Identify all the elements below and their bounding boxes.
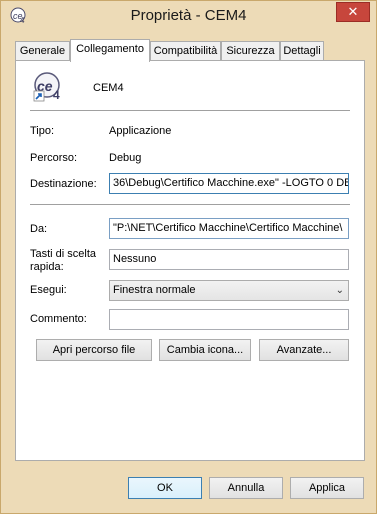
esegui-value: Finestra normale: [113, 284, 196, 296]
tipo-value: Applicazione: [109, 125, 172, 137]
esegui-label: Esegui:: [30, 284, 67, 296]
destinazione-label: Destinazione:: [30, 178, 97, 190]
tasti-label: Tasti di scelta rapida:: [30, 248, 96, 274]
tab-generale[interactable]: Generale: [15, 41, 70, 61]
svg-text:4: 4: [53, 88, 60, 102]
da-label: Da:: [30, 223, 48, 235]
divider: [30, 204, 350, 205]
title-bar[interactable]: ce 4 Proprietà - CEM4 ✕: [1, 1, 376, 31]
tasti-label-line1: Tasti di scelta: [30, 248, 97, 260]
apply-button[interactable]: Applica: [290, 477, 364, 499]
esegui-select[interactable]: Finestra normale ⌄: [109, 280, 349, 301]
commento-label: Commento:: [30, 313, 87, 325]
app-name: CEM4: [93, 82, 124, 94]
cem4-app-icon: ce 4: [33, 72, 60, 102]
tab-panel-collegamento: ce 4 CEM4 Tipo: Applicazione Percorso: D…: [15, 60, 365, 461]
tab-sicurezza[interactable]: Sicurezza: [221, 41, 280, 61]
open-file-location-button[interactable]: Apri percorso file: [36, 339, 152, 361]
change-icon-button[interactable]: Cambia icona...: [159, 339, 251, 361]
cancel-button[interactable]: Annulla: [209, 477, 283, 499]
divider: [30, 110, 350, 111]
tasti-label-line2: rapida:: [30, 261, 64, 273]
ok-button[interactable]: OK: [128, 477, 202, 499]
tab-compatibilita[interactable]: Compatibilità: [150, 41, 221, 61]
chevron-down-icon: ⌄: [335, 285, 344, 296]
tab-bar: Generale Collegamento Compatibilità Sicu…: [15, 39, 365, 62]
properties-dialog: ce 4 Proprietà - CEM4 ✕ Generale Collega…: [0, 0, 377, 514]
percorso-value: Debug: [109, 152, 142, 164]
close-icon: ✕: [347, 4, 359, 19]
tasti-field[interactable]: Nessuno: [109, 249, 349, 270]
tipo-label: Tipo:: [30, 125, 55, 137]
percorso-label: Percorso:: [30, 152, 78, 164]
tab-dettagli[interactable]: Dettagli: [280, 41, 324, 61]
advanced-button[interactable]: Avanzate...: [259, 339, 349, 361]
da-field[interactable]: "P:\NET\Certifico Macchine\Certifico Mac…: [109, 218, 349, 239]
commento-field[interactable]: [109, 309, 349, 330]
destinazione-field[interactable]: 36\Debug\Certifico Macchine.exe" -LOGTO …: [109, 173, 349, 194]
tab-collegamento[interactable]: Collegamento: [70, 39, 150, 62]
close-button[interactable]: ✕: [336, 2, 370, 22]
window-title: Proprietà - CEM4: [130, 7, 247, 24]
